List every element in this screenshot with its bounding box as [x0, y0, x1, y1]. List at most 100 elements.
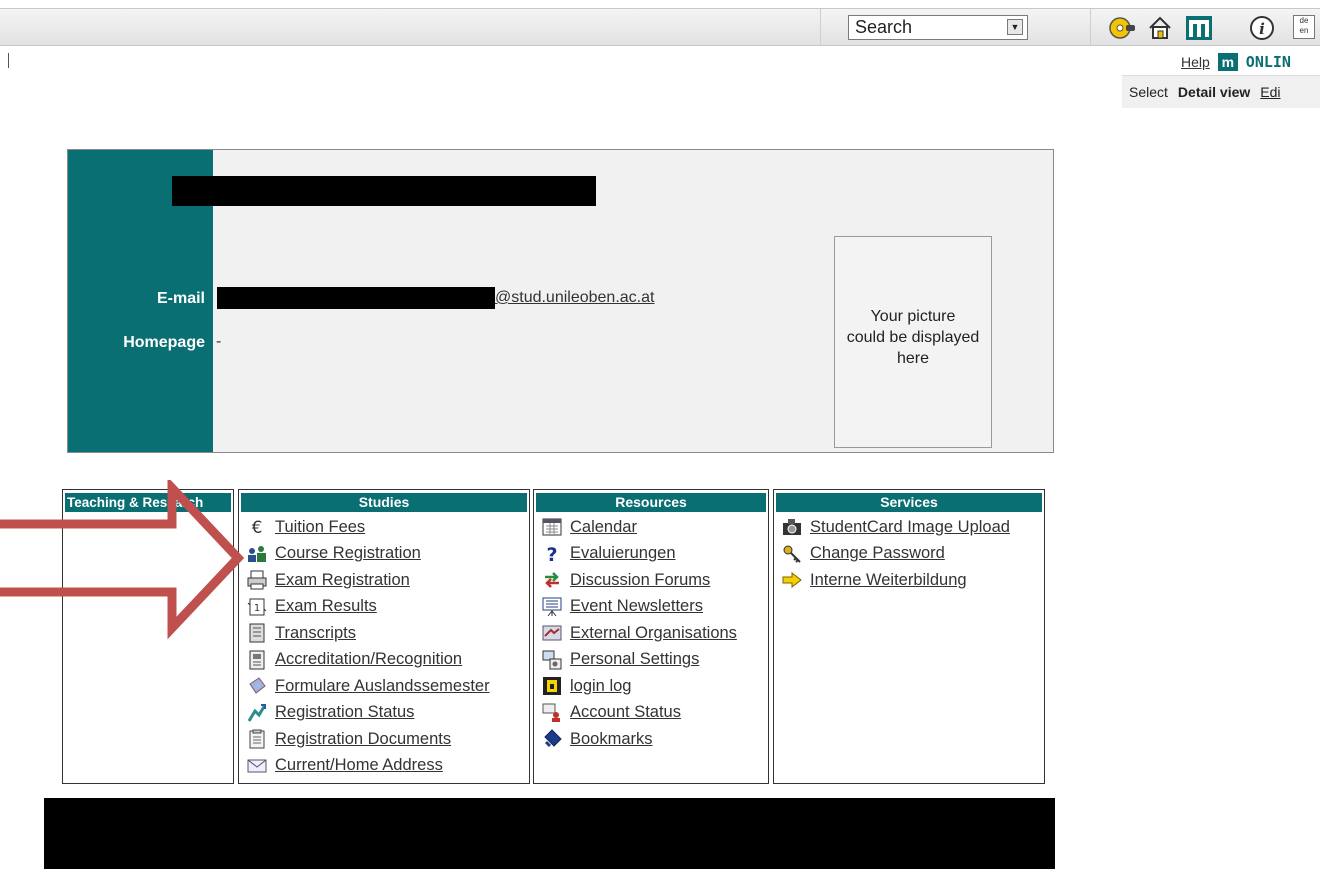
registration-status-link[interactable]: Registration Status	[275, 703, 414, 722]
list-item[interactable]: Exam Registration	[239, 567, 529, 594]
redacted-name	[172, 176, 596, 206]
m-online-logo-icon: m	[1217, 53, 1238, 71]
list-item[interactable]: € Tuition Fees	[239, 514, 529, 541]
external-organisations-link[interactable]: External Organisations	[570, 624, 737, 643]
exam-results-link[interactable]: Exam Results	[275, 597, 377, 616]
list-item[interactable]: Formulare Auslandssemester	[239, 673, 529, 700]
m-logo-icon[interactable]	[1185, 14, 1213, 42]
search-select-value: Search	[855, 17, 913, 37]
redacted-footer	[44, 798, 1055, 869]
homepage-label: Homepage	[123, 334, 205, 351]
tab-select[interactable]: Select	[1129, 84, 1168, 100]
interne-weiterbildung-link[interactable]: Interne Weiterbildung	[810, 571, 967, 590]
handshake-icon	[542, 623, 562, 643]
list-item[interactable]: Transcripts	[239, 620, 529, 647]
list-item[interactable]: Calendar	[534, 514, 768, 541]
cd-key-icon[interactable]	[1108, 14, 1136, 42]
studies-list: € Tuition Fees Course Registration Exam R…	[239, 514, 529, 779]
list-item[interactable]: Accreditation/Recognition	[239, 647, 529, 674]
bookmark-icon	[542, 729, 562, 749]
studies-header: Studies	[241, 493, 527, 512]
resources-header: Resources	[536, 493, 766, 512]
studies-box: Studies € Tuition Fees Course Registratio…	[238, 489, 530, 784]
documents-icon	[247, 729, 267, 749]
brand-online-text: ONLIN	[1245, 53, 1291, 71]
tab-detail-view[interactable]: Detail view	[1178, 84, 1250, 100]
list-item[interactable]: Discussion Forums	[534, 567, 768, 594]
exam-registration-link[interactable]: Exam Registration	[275, 571, 410, 590]
change-password-link[interactable]: Change Password	[810, 544, 945, 563]
list-item[interactable]: Personal Settings	[534, 647, 768, 674]
current-home-address-link[interactable]: Current/Home Address	[275, 756, 443, 775]
services-box: Services StudentCard Image Upload Change…	[773, 489, 1045, 784]
list-item[interactable]: ? Evaluierungen	[534, 541, 768, 568]
profile-picture-placeholder: Your picture could be displayed here	[834, 236, 992, 448]
list-item[interactable]: StudentCard Image Upload	[774, 514, 1044, 541]
login-log-link[interactable]: login log	[570, 677, 631, 696]
resources-list: Calendar ? Evaluierungen Discussion Forum…	[534, 514, 768, 753]
text-cursor	[8, 53, 9, 68]
top-links: Help m ONLIN	[1181, 52, 1291, 72]
calendar-link[interactable]: Calendar	[570, 518, 637, 537]
list-item[interactable]: Registration Status	[239, 700, 529, 727]
list-item[interactable]: Account Status	[534, 700, 768, 727]
bookmarks-link[interactable]: Bookmarks	[570, 730, 653, 749]
arrow-right-icon	[782, 570, 802, 590]
annotation-arrows	[0, 480, 245, 640]
course-registration-link[interactable]: Course Registration	[275, 544, 421, 563]
personal-settings-link[interactable]: Personal Settings	[570, 650, 699, 669]
email-domain-link[interactable]: @stud.unileoben.ac.at	[495, 289, 654, 307]
globe-icon	[247, 676, 267, 696]
transcripts-link[interactable]: Transcripts	[275, 624, 356, 643]
profile-panel: E-mail Homepage @stud.unileoben.ac.at - …	[67, 149, 1054, 453]
registration-documents-link[interactable]: Registration Documents	[275, 730, 451, 749]
annotation-arrow-outline	[0, 480, 245, 640]
settings-icon	[542, 650, 562, 670]
toolbar-divider	[820, 9, 821, 45]
status-icon	[247, 703, 267, 723]
list-item[interactable]: login log	[534, 673, 768, 700]
event-newsletters-link[interactable]: Event Newsletters	[570, 597, 703, 616]
help-link[interactable]: Help	[1181, 54, 1210, 70]
list-item[interactable]: Bookmarks	[534, 726, 768, 753]
chevron-down-icon[interactable]: ▼	[1007, 19, 1023, 35]
language-switch[interactable]: de en	[1293, 15, 1315, 39]
resources-box: Resources Calendar ? Evaluierungen Discus…	[533, 489, 769, 784]
list-item[interactable]: Interne Weiterbildung	[774, 567, 1044, 594]
svg-text:i: i	[1259, 20, 1265, 38]
calendar-icon	[542, 517, 562, 537]
list-item[interactable]: 1 Exam Results	[239, 594, 529, 621]
email-value[interactable]: @stud.unileoben.ac.at	[217, 287, 654, 309]
question-icon: ?	[542, 544, 562, 564]
accreditation-link[interactable]: Accreditation/Recognition	[275, 650, 462, 669]
list-item[interactable]: Current/Home Address	[239, 753, 529, 780]
account-status-link[interactable]: Account Status	[570, 703, 681, 722]
list-item[interactable]: External Organisations	[534, 620, 768, 647]
homepage-value: -	[216, 333, 222, 350]
view-tabs: Select Detail view Edi	[1122, 75, 1320, 108]
home-icon[interactable]	[1146, 14, 1174, 42]
list-item[interactable]: Event Newsletters	[534, 594, 768, 621]
evaluierungen-link[interactable]: Evaluierungen	[570, 544, 676, 563]
toolbar-divider	[1090, 9, 1091, 45]
list-item[interactable]: Change Password	[774, 541, 1044, 568]
tuition-fees-link[interactable]: Tuition Fees	[275, 518, 365, 537]
redacted-email	[217, 287, 495, 309]
list-item[interactable]: Registration Documents	[239, 726, 529, 753]
studentcard-upload-link[interactable]: StudentCard Image Upload	[810, 518, 1010, 537]
tab-edit[interactable]: Edi	[1260, 84, 1280, 100]
info-icon[interactable]: i	[1248, 14, 1276, 42]
address-icon	[247, 756, 267, 776]
picture-placeholder-text: Your picture could be displayed here	[846, 307, 980, 367]
search-select[interactable]: Search ▼	[848, 15, 1028, 40]
list-item[interactable]: Course Registration	[239, 541, 529, 568]
key-icon	[782, 544, 802, 564]
svg-text:?: ?	[546, 544, 557, 564]
email-label: E-mail	[156, 290, 205, 307]
camera-icon	[782, 517, 802, 537]
lock-icon	[542, 676, 562, 696]
formulare-auslandssemester-link[interactable]: Formulare Auslandssemester	[275, 677, 490, 696]
document-icon	[247, 650, 267, 670]
discussion-forums-link[interactable]: Discussion Forums	[570, 571, 710, 590]
arrows-icon	[542, 570, 562, 590]
